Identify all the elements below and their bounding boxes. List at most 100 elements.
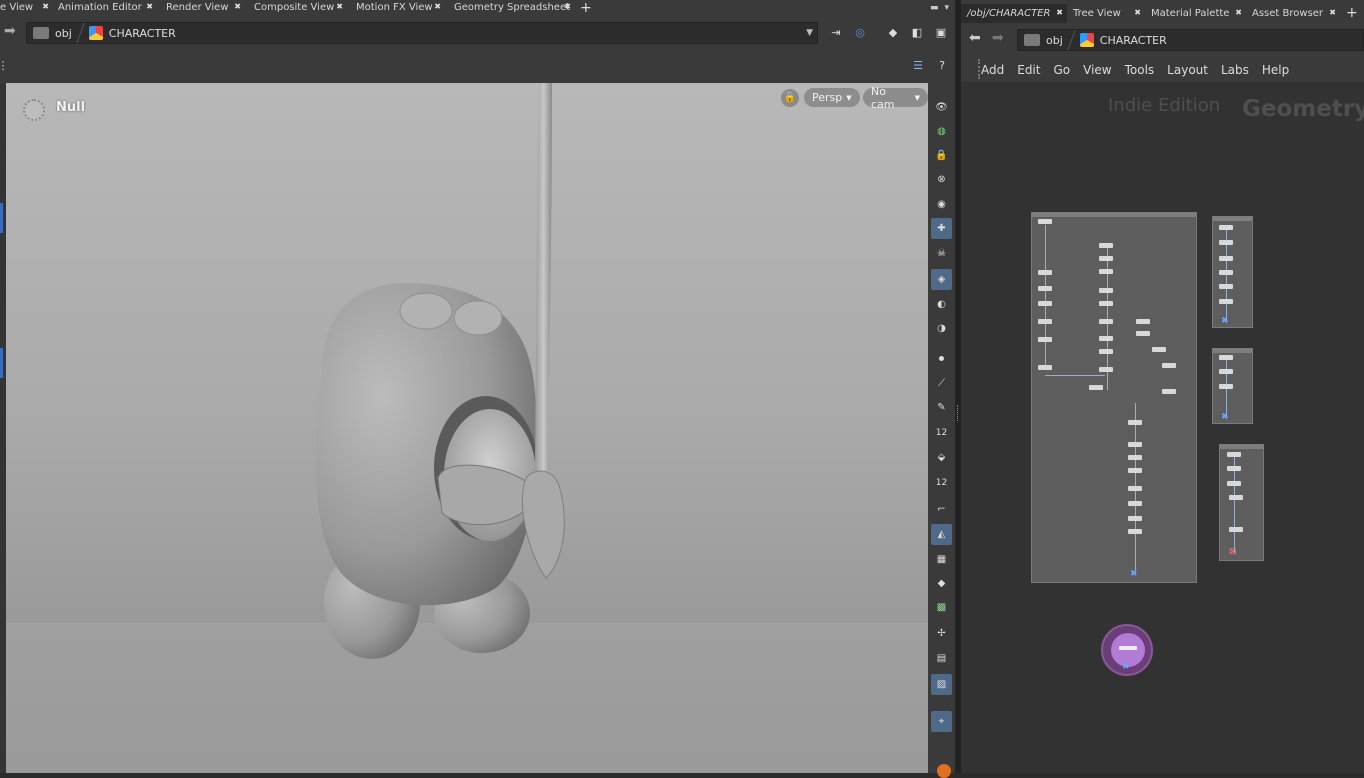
network-node[interactable]: [1099, 319, 1113, 324]
network-node[interactable]: [1099, 269, 1113, 274]
output-null-icon[interactable]: ✖: [1122, 662, 1130, 672]
close-icon[interactable]: ✖: [1235, 8, 1242, 17]
pane-menu-icon[interactable]: ▾: [944, 3, 949, 13]
network-node[interactable]: [1136, 331, 1150, 336]
chevron-down-icon[interactable]: ▼: [806, 28, 813, 38]
close-icon[interactable]: ✖: [434, 2, 441, 11]
help-icon[interactable]: ?: [933, 57, 951, 75]
network-node[interactable]: [1227, 466, 1241, 471]
tab-asset-browser[interactable]: Asset Browser ✖: [1246, 4, 1340, 23]
path-root[interactable]: obj: [1046, 34, 1063, 47]
toolbar-grip-icon[interactable]: ⋮: [0, 57, 12, 75]
menu-edit[interactable]: Edit: [1017, 63, 1040, 77]
tab-animation-editor[interactable]: Animation Editor ✖: [52, 0, 156, 15]
network-box-body[interactable]: ⊠: [1219, 444, 1264, 561]
number-snap-icon-2[interactable]: 12: [931, 472, 952, 493]
forward-arrow-icon[interactable]: ➡: [4, 23, 16, 39]
network-box-header[interactable]: [1213, 217, 1252, 221]
render-eye-icon[interactable]: ◐: [931, 294, 952, 315]
camera-flag-icon[interactable]: ◈: [931, 269, 952, 290]
brush-icon[interactable]: ⟋: [931, 373, 952, 394]
pane-layout-icon[interactable]: ▬: [930, 3, 939, 13]
cube-display-icon[interactable]: ◆: [931, 573, 952, 594]
network-canvas[interactable]: Indie Edition Geometry ✖ ✖ ✖ ⊠ ✖: [961, 82, 1364, 773]
shade-selected-icon[interactable]: ◭: [931, 524, 952, 545]
output-null-icon[interactable]: ✖: [1130, 569, 1138, 579]
uv-grid-icon[interactable]: ▩: [931, 597, 952, 618]
network-node[interactable]: [1128, 501, 1142, 506]
tab-scene-view[interactable]: e View ✖: [0, 0, 52, 15]
render-output-icon[interactable]: ⊠: [1229, 547, 1237, 557]
menu-add[interactable]: Add: [981, 63, 1004, 77]
add-light-icon[interactable]: ✚: [931, 218, 952, 239]
network-node[interactable]: [1038, 270, 1052, 275]
network-node[interactable]: [1099, 336, 1113, 341]
tab-material-palette[interactable]: Material Palette ✖: [1145, 4, 1246, 23]
network-node[interactable]: [1038, 301, 1052, 306]
network-node[interactable]: [1229, 527, 1243, 532]
network-node[interactable]: [1128, 455, 1142, 460]
network-node[interactable]: [1128, 486, 1142, 491]
menu-layout[interactable]: Layout: [1167, 63, 1208, 77]
network-node[interactable]: [1128, 442, 1142, 447]
network-node[interactable]: [1219, 256, 1233, 261]
point-dot-icon[interactable]: [931, 348, 952, 369]
network-node[interactable]: [1099, 243, 1113, 248]
output-null-icon[interactable]: ✖: [1221, 316, 1229, 326]
close-icon[interactable]: ✖: [234, 2, 241, 11]
warning-icon[interactable]: [937, 764, 951, 778]
display-options-icon[interactable]: ◆: [884, 24, 902, 42]
wireframe-icon[interactable]: ◉: [931, 194, 952, 215]
network-node[interactable]: [1099, 349, 1113, 354]
network-node[interactable]: [1099, 288, 1113, 293]
network-node[interactable]: [1219, 270, 1233, 275]
tab-composite-view[interactable]: Composite View ✖: [244, 0, 346, 15]
location-pin-icon[interactable]: ⌖: [931, 711, 952, 732]
network-node[interactable]: [1219, 284, 1233, 289]
network-node[interactable]: [1038, 219, 1052, 224]
lock-icon[interactable]: 🔒: [931, 145, 952, 166]
menu-go[interactable]: Go: [1053, 63, 1070, 77]
network-box-body[interactable]: ✖: [1031, 212, 1197, 583]
network-node[interactable]: [1227, 481, 1241, 486]
menu-help[interactable]: Help: [1262, 63, 1289, 77]
network-node[interactable]: [1128, 468, 1142, 473]
network-box-body[interactable]: ✖: [1212, 348, 1253, 424]
network-node[interactable]: [1162, 389, 1176, 394]
shading-icon[interactable]: ◧: [908, 24, 926, 42]
image-plane-icon[interactable]: ▨: [931, 674, 952, 695]
measure-corner-icon[interactable]: ⌐: [931, 499, 952, 520]
path-current[interactable]: CHARACTER: [109, 27, 176, 40]
network-box-header[interactable]: [1032, 213, 1196, 217]
path-root[interactable]: obj: [55, 27, 72, 40]
network-node[interactable]: [1038, 365, 1052, 370]
network-node[interactable]: [1099, 256, 1113, 261]
handle-icon[interactable]: ✢: [931, 623, 952, 644]
link-icon[interactable]: ◎: [851, 24, 869, 42]
tab-network-path[interactable]: /obj/CHARACTER ✖: [961, 4, 1067, 23]
3d-viewport[interactable]: Null 🔒 Persp ▼ No cam ▼: [6, 83, 928, 773]
network-node[interactable]: [1099, 367, 1113, 372]
network-node[interactable]: [1219, 355, 1233, 360]
network-node[interactable]: [1128, 516, 1142, 521]
network-node[interactable]: [1219, 384, 1233, 389]
close-icon[interactable]: ✖: [336, 2, 343, 11]
close-icon[interactable]: ✖: [42, 2, 49, 11]
output-null-icon[interactable]: ✖: [1221, 412, 1229, 422]
network-node[interactable]: [1162, 363, 1176, 368]
menu-view[interactable]: View: [1083, 63, 1111, 77]
visibility-eye-icon[interactable]: 👁: [931, 97, 952, 118]
menu-labs[interactable]: Labs: [1221, 63, 1249, 77]
close-icon[interactable]: ✖: [1329, 8, 1336, 17]
number-snap-icon[interactable]: 12: [931, 422, 952, 443]
tab-geometry-spreadsheet[interactable]: Geometry Spreadsheet ✖: [444, 0, 574, 15]
network-node[interactable]: [1219, 225, 1233, 230]
add-tab-icon[interactable]: +: [574, 1, 598, 15]
paint-icon[interactable]: ⬙: [931, 447, 952, 468]
menu-tools[interactable]: Tools: [1125, 63, 1155, 77]
forward-arrow-icon[interactable]: ➡: [992, 30, 1004, 46]
character-model[interactable]: [6, 83, 928, 773]
tab-render-view[interactable]: Render View ✖: [156, 0, 244, 15]
background-icon[interactable]: ▤: [931, 648, 952, 669]
viewport-layout-icon[interactable]: ▣: [932, 24, 950, 42]
